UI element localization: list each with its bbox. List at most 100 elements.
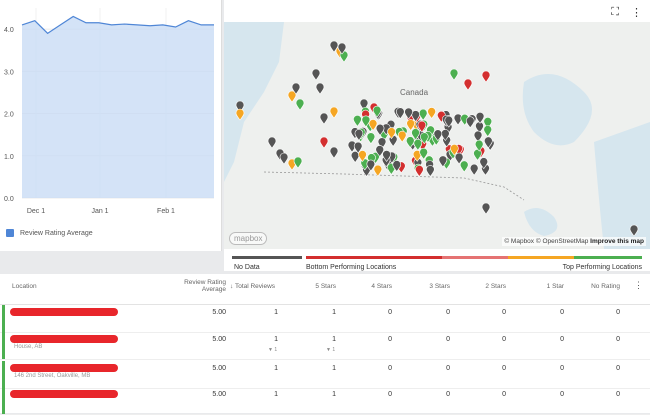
location-pin-icon[interactable] (481, 70, 491, 83)
redacted-location-name[interactable] (10, 390, 118, 398)
cell-total: 1 (274, 336, 278, 343)
header-1-star[interactable]: 1 Star (524, 283, 564, 290)
y-tick-label: 3.0 (4, 69, 14, 76)
improve-map-link[interactable]: Improve this map (590, 238, 644, 245)
location-pin-icon[interactable] (465, 116, 475, 129)
cell-s3: 0 (446, 391, 450, 398)
series-area (22, 16, 214, 199)
location-pin-icon[interactable] (463, 78, 473, 91)
redacted-location-name[interactable] (10, 308, 118, 316)
sub-5-stars: 1 (332, 347, 336, 353)
location-pin-icon[interactable] (413, 138, 423, 151)
location-pin-icon[interactable] (481, 202, 491, 215)
legend-bar-yellow (508, 256, 574, 259)
location-pin-icon[interactable] (483, 125, 493, 137)
table-row[interactable]: 5.00 1 1 0 0 0 0 0 (0, 387, 650, 415)
location-pin-icon[interactable] (293, 156, 303, 169)
header-rating-line2: Average (201, 286, 226, 293)
cell-none: 0 (616, 309, 620, 316)
location-pin-icon[interactable] (418, 108, 428, 121)
location-pin-icon[interactable] (319, 136, 329, 149)
header-total-reviews[interactable]: ↓ Total Reviews (230, 283, 275, 290)
cell-rating: 5.00 (212, 309, 226, 316)
y-tick-label: 4.0 (4, 27, 14, 34)
cell-s1: 0 (560, 391, 564, 398)
cell-s3: 0 (446, 309, 450, 316)
legend-bar-green (574, 256, 642, 259)
cell-s4: 0 (388, 391, 392, 398)
location-pin-icon[interactable] (353, 114, 362, 127)
attribution-mapbox[interactable]: © Mapbox (504, 238, 534, 245)
status-indicator (2, 332, 5, 359)
location-pin-icon[interactable] (295, 98, 305, 111)
attribution-osm[interactable]: © OpenStreetMap (536, 238, 588, 245)
location-pin-icon[interactable] (469, 163, 479, 176)
fullscreen-icon[interactable]: ⛶ (611, 6, 619, 19)
cell-rating: 5.00 (212, 365, 226, 372)
cell-none: 0 (616, 365, 620, 372)
x-tick-label: Dec 1 (27, 208, 45, 215)
redacted-location-name[interactable] (10, 335, 118, 343)
redacted-location-name[interactable] (10, 364, 118, 372)
location-pin-icon[interactable] (426, 165, 435, 177)
cell-rating: 5.00 (212, 336, 226, 343)
location-pin-icon[interactable] (267, 136, 277, 149)
location-pin-icon[interactable] (329, 146, 339, 159)
legend-bar-no-data (232, 256, 302, 259)
location-pin-icon[interactable] (279, 152, 289, 165)
chart-legend[interactable]: Review Rating Average (6, 229, 93, 237)
cell-s1: 0 (560, 365, 564, 372)
sub-total: 1 (274, 347, 278, 353)
header-rating[interactable]: Review Rating Average (168, 279, 226, 293)
atlantic-ocean (594, 122, 650, 249)
location-pin-icon[interactable] (449, 68, 459, 81)
header-5-stars[interactable]: 5 Stars (296, 283, 336, 290)
table-more-icon[interactable]: ⋮ (634, 280, 643, 291)
cell-s5: 1 (332, 391, 336, 398)
legend-bar-red (306, 256, 442, 259)
legend-label: Review Rating Average (20, 229, 93, 237)
header-no-rating[interactable]: No Rating (580, 283, 620, 290)
status-indicator (2, 305, 5, 332)
header-rating-line1: Review Rating (184, 279, 226, 286)
location-pin-icon[interactable] (459, 160, 469, 173)
cell-rating: 5.00 (212, 391, 226, 398)
header-location[interactable]: Location (12, 283, 37, 290)
location-pin-icon[interactable] (397, 130, 407, 143)
pacific-ocean (224, 22, 284, 182)
x-tick-label: Feb 1 (157, 208, 175, 215)
location-pin-icon[interactable] (427, 107, 436, 119)
location-pin-icon[interactable] (475, 111, 485, 124)
us-canada-border (263, 171, 525, 201)
map-canvas[interactable]: Canada mapbox © Mapbox © OpenStreetMap I… (224, 22, 650, 249)
x-tick-label: Jan 1 (91, 208, 108, 215)
table-row[interactable]: House, AB 5.00 1 1 0 0 0 0 0 ▼ 1 ▼ 1 (0, 332, 650, 360)
rating-area-chart: 4.0 3.0 2.0 1.0 0.0 Dec 1 Jan 1 Feb 1 (4, 8, 214, 215)
header-4-stars[interactable]: 4 Stars (352, 283, 392, 290)
location-pin-icon[interactable] (406, 119, 415, 131)
cell-s4: 0 (388, 309, 392, 316)
location-pin-icon[interactable] (329, 106, 339, 119)
location-pin-icon[interactable] (415, 165, 424, 177)
table-row[interactable]: 146 2nd Street, Oakville, MB 5.00 1 1 0 0 0 0 0 (0, 361, 650, 389)
map-pins[interactable] (235, 40, 639, 237)
location-pin-icon[interactable] (373, 164, 383, 177)
location-pin-icon[interactable] (311, 68, 321, 81)
table-row[interactable]: 5.00 1 1 0 0 0 0 0 (0, 305, 650, 333)
country-label: Canada (400, 88, 429, 97)
great-lakes (524, 208, 558, 236)
more-options-icon[interactable]: ⋮ (631, 6, 642, 19)
location-pin-icon[interactable] (315, 82, 325, 95)
legend-bottom: Bottom Performing Locations (306, 264, 397, 271)
location-pin-icon[interactable] (319, 112, 329, 125)
header-2-stars[interactable]: 2 Stars (466, 283, 506, 290)
location-pin-icon[interactable] (366, 132, 376, 145)
legend-bar-light-red (442, 256, 508, 259)
cell-s1: 0 (560, 336, 564, 343)
location-pin-icon[interactable] (473, 149, 482, 161)
header-3-stars[interactable]: 3 Stars (410, 283, 450, 290)
cell-total: 1 (274, 365, 278, 372)
cell-none: 0 (616, 391, 620, 398)
cell-s2: 0 (502, 336, 506, 343)
y-tick-label: 1.0 (4, 154, 14, 161)
